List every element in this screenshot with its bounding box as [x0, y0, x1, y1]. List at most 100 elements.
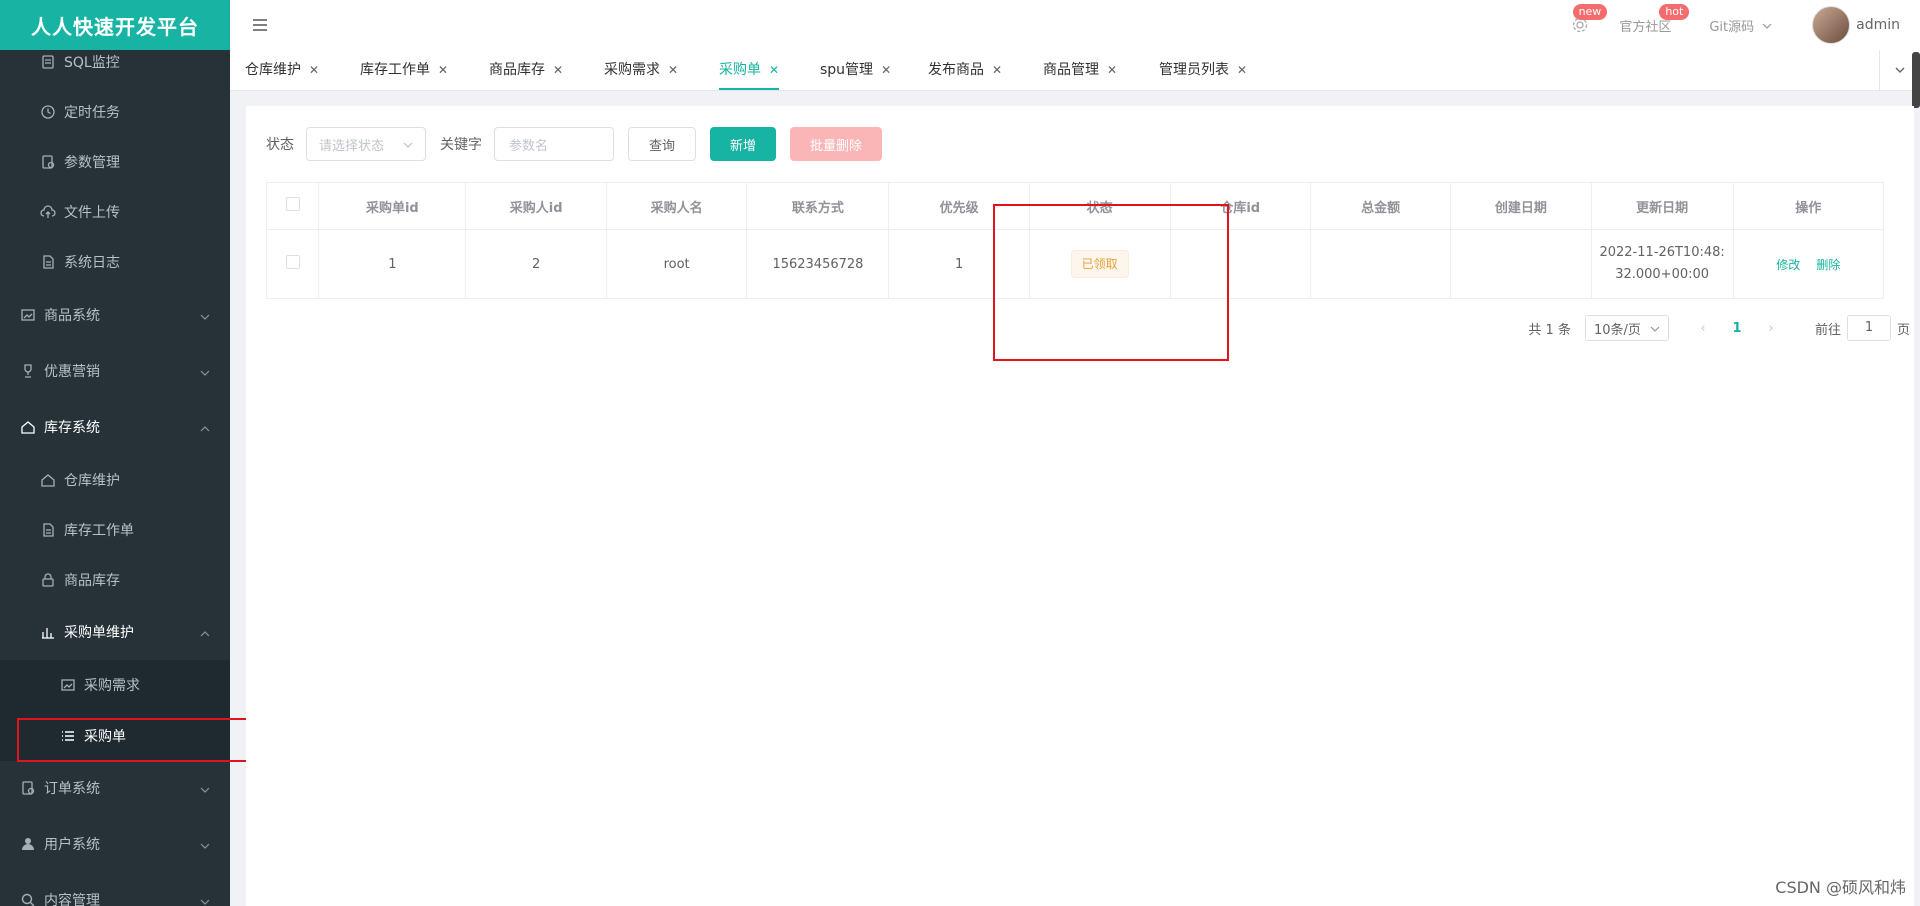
- keyword-input[interactable]: 参数名: [494, 127, 614, 161]
- column-header: 创建日期: [1450, 182, 1592, 230]
- tab-product-management[interactable]: 商品管理 ✕: [1043, 50, 1117, 90]
- close-icon[interactable]: ✕: [1107, 51, 1117, 89]
- close-icon[interactable]: ✕: [881, 51, 891, 89]
- top-bar: new 官方社区 hot Git源码 admin: [230, 0, 1920, 50]
- settings-button[interactable]: new: [1571, 4, 1608, 34]
- sidebar-item-label: 商品系统: [44, 308, 100, 324]
- column-header: 更新日期: [1590, 182, 1734, 230]
- close-icon[interactable]: ✕: [553, 51, 563, 89]
- column-header: 联系方式: [746, 182, 890, 230]
- select-all-checkbox[interactable]: [285, 197, 300, 211]
- close-icon[interactable]: ✕: [992, 51, 1002, 89]
- page-size-select[interactable]: 10条/页: [1584, 315, 1669, 341]
- chevron-down-icon: [200, 310, 210, 320]
- row-select-cell[interactable]: [265, 229, 320, 299]
- annotation-box-sidebar: [17, 718, 267, 762]
- doc-icon: [40, 254, 56, 270]
- close-icon[interactable]: ✕: [1237, 51, 1247, 89]
- cell-phone: 15623456728: [746, 229, 890, 299]
- close-icon[interactable]: ✕: [309, 51, 319, 89]
- sidebar-item-system-log[interactable]: 系统日志: [0, 237, 230, 287]
- status-select[interactable]: 请选择状态: [306, 127, 426, 161]
- sidebar-item-marketing[interactable]: 优惠营销: [0, 343, 230, 399]
- sidebar-item-params[interactable]: 参数管理: [0, 137, 230, 187]
- edit-link[interactable]: 修改: [1776, 258, 1800, 272]
- delete-link[interactable]: 删除: [1816, 258, 1840, 272]
- tab-label: 仓库维护: [245, 62, 301, 78]
- tab-product-stock[interactable]: 商品库存 ✕: [489, 50, 563, 90]
- image-icon: [60, 677, 76, 693]
- updated-line2: 32.000+00:00: [1615, 267, 1710, 282]
- chart-icon: [40, 624, 56, 640]
- row-checkbox[interactable]: [285, 255, 300, 269]
- goto-page-input[interactable]: 1: [1846, 315, 1891, 341]
- tab-label: 采购需求: [604, 62, 660, 78]
- cell-buyer-id: 2: [465, 229, 607, 299]
- sidebar-item-work-order[interactable]: 库存工作单: [0, 505, 230, 555]
- menu-toggle-icon[interactable]: [250, 15, 270, 35]
- home-icon: [40, 472, 56, 488]
- tab-publish-product[interactable]: 发布商品 ✕: [928, 50, 1002, 90]
- doc-icon: [40, 522, 56, 538]
- tab-work-order[interactable]: 库存工作单 ✕: [360, 50, 448, 90]
- git-label: Git源码: [1709, 19, 1755, 35]
- sidebar-item-content[interactable]: 内容管理: [0, 872, 230, 906]
- goto-suffix: 页: [1896, 322, 1910, 338]
- sidebar-item-user-system[interactable]: 用户系统: [0, 816, 230, 872]
- column-header: 采购单id: [318, 182, 467, 230]
- user-name[interactable]: admin: [1856, 17, 1900, 33]
- sidebar-item-label: 优惠营销: [44, 364, 100, 380]
- chevron-down-icon: [200, 783, 210, 793]
- sidebar-item-purchase-maintenance[interactable]: 采购单维护: [0, 607, 230, 657]
- batch-delete-button[interactable]: 批量删除: [790, 127, 883, 161]
- sidebar-item-product-stock[interactable]: 商品库存: [0, 555, 230, 605]
- tab-label: 采购单: [719, 62, 761, 78]
- tab-purchase-order[interactable]: 采购单 ✕: [719, 50, 780, 90]
- tab-purchase-demand[interactable]: 采购需求 ✕: [604, 50, 678, 90]
- sidebar-item-label: 系统日志: [64, 255, 120, 271]
- user-icon: [20, 836, 36, 852]
- avatar[interactable]: [1812, 6, 1851, 44]
- sidebar-item-warehouse[interactable]: 仓库维护: [0, 455, 230, 505]
- add-button[interactable]: 新增: [710, 127, 777, 161]
- sidebar-item-scheduled-tasks[interactable]: 定时任务: [0, 87, 230, 137]
- prev-page-icon[interactable]: ‹: [1689, 321, 1717, 336]
- column-header: 总金额: [1309, 182, 1452, 230]
- sidebar-item-order-system[interactable]: 订单系统: [0, 760, 230, 816]
- sidebar-item-purchase-demand[interactable]: 采购需求: [0, 660, 230, 710]
- tab-label: 商品管理: [1043, 62, 1099, 78]
- column-header: 操作: [1732, 182, 1885, 230]
- chevron-down-icon: [200, 895, 210, 905]
- sidebar-item-file-upload[interactable]: 文件上传: [0, 187, 230, 237]
- close-icon[interactable]: ✕: [438, 51, 448, 89]
- close-icon[interactable]: ✕: [668, 51, 678, 89]
- badge-new: new: [1572, 4, 1608, 20]
- filter-bar: 状态 请选择状态 关键字 参数名 查询 新增 批量删除: [266, 126, 896, 162]
- top-right-actions: new 官方社区 hot Git源码 admin: [1571, 0, 1920, 50]
- tab-label: spu管理: [820, 62, 874, 78]
- clock-icon: [40, 104, 56, 120]
- updated-line1: 2022-11-26T10:48:: [1599, 245, 1725, 260]
- tab-spu[interactable]: spu管理 ✕: [820, 50, 891, 90]
- tab-admin-list[interactable]: 管理员列表 ✕: [1159, 50, 1247, 90]
- current-page[interactable]: 1: [1717, 321, 1757, 336]
- tab-warehouse[interactable]: 仓库维护 ✕: [245, 50, 319, 90]
- git-source-dropdown[interactable]: Git源码: [1709, 16, 1772, 35]
- sidebar-item-label: 用户系统: [44, 837, 100, 853]
- side-drag-handle[interactable]: [1912, 52, 1920, 108]
- sidebar-item-product-system[interactable]: 商品系统: [0, 287, 230, 343]
- config-icon: [20, 780, 36, 796]
- status-label: 状态: [266, 137, 294, 153]
- select-all-cell[interactable]: [265, 182, 320, 230]
- chevron-up-icon: [200, 422, 210, 432]
- community-link[interactable]: 官方社区 hot: [1619, 3, 1690, 35]
- sidebar-item-inventory-system[interactable]: 库存系统: [0, 399, 230, 455]
- query-button[interactable]: 查询: [628, 127, 697, 161]
- sidebar-item-label: 参数管理: [64, 155, 120, 171]
- keyword-label: 关键字: [440, 137, 482, 153]
- close-icon[interactable]: ✕: [769, 51, 779, 89]
- next-page-icon[interactable]: ›: [1757, 321, 1785, 336]
- sidebar-item-sql-monitor[interactable]: SQL监控: [0, 37, 230, 87]
- badge-hot: hot: [1659, 3, 1690, 20]
- sidebar: 人人快速开发平台 SQL监控 定时任务 参数管理 文件上传 系统日志 商品系统 …: [0, 0, 230, 906]
